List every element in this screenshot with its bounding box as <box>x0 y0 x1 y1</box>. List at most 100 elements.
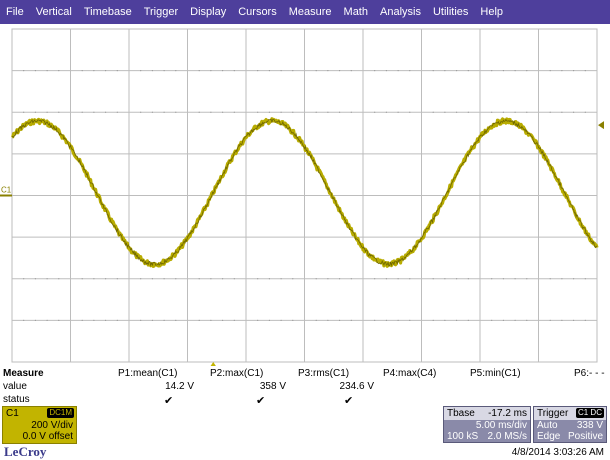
grid-minor-dot <box>444 319 446 321</box>
grid-minor-dot <box>58 319 60 321</box>
menu-item-vertical[interactable]: Vertical <box>36 6 72 18</box>
measure-param-name[interactable]: P4:max(C4) <box>383 368 436 379</box>
grid-minor-dot <box>233 111 235 113</box>
grid-minor-dot <box>116 319 118 321</box>
grid-minor-dot <box>280 278 282 280</box>
grid-minor-dot <box>163 70 165 72</box>
grid-minor-dot <box>46 319 48 321</box>
grid-minor-dot <box>116 278 118 280</box>
grid-minor-dot <box>327 278 329 280</box>
grid-minor-dot <box>198 278 200 280</box>
grid-minor-dot <box>584 278 586 280</box>
grid-minor-dot <box>34 278 37 280</box>
grid-minor-dot <box>46 70 48 72</box>
measure-param-name[interactable]: P1:mean(C1) <box>118 368 177 379</box>
grid-minor-dot <box>374 70 376 72</box>
grid-minor-dot <box>549 319 551 321</box>
grid-minor-dot <box>151 319 153 321</box>
menu-item-display[interactable]: Display <box>190 6 226 18</box>
grid-minor-dot <box>116 70 118 72</box>
grid-minor-dot <box>210 319 212 321</box>
grid-minor-dot <box>140 278 142 280</box>
grid-minor-dot <box>444 278 446 280</box>
grid-minor-dot <box>280 70 282 72</box>
grid-minor-dot <box>456 111 458 113</box>
grid-minor-dot <box>175 111 177 113</box>
measure-status-check-icon: ✔ <box>344 395 354 407</box>
menu-item-measure[interactable]: Measure <box>289 6 332 18</box>
measure-param-name[interactable]: P3:rms(C1) <box>298 368 349 379</box>
grid-minor-dot <box>233 319 235 321</box>
menu-item-trigger[interactable]: Trigger <box>144 6 178 18</box>
measure-param-name[interactable]: P2:max(C1) <box>210 368 263 379</box>
grid-minor-dot <box>456 70 458 72</box>
grid-minor-dot <box>385 111 387 113</box>
grid-minor-dot <box>315 278 317 280</box>
grid-minor-dot <box>198 319 200 321</box>
channel-offset: 0.0 V offset <box>22 431 73 442</box>
measure-param-name[interactable]: P6:- - - <box>574 368 605 379</box>
grid-minor-dot <box>561 111 563 113</box>
grid-minor-dot <box>58 278 60 280</box>
waveform-display[interactable]: C1 <box>0 24 610 366</box>
grid-minor-dot <box>58 111 60 113</box>
grid-minor-dot <box>491 319 493 321</box>
grid-minor-dot <box>105 70 107 72</box>
grid-minor-dot <box>268 278 270 280</box>
measure-value-row: value 14.2 V 358 V 234.6 V <box>0 381 610 394</box>
grid-minor-dot <box>175 319 177 321</box>
grid-minor-dot <box>397 70 399 72</box>
grid-minor-dot <box>339 111 341 113</box>
grid-minor-dot <box>81 111 83 113</box>
grid-minor-dot <box>350 278 352 280</box>
grid-minor-dot <box>385 278 387 280</box>
menu-item-math[interactable]: Math <box>344 6 368 18</box>
grid-minor-dot <box>315 111 317 113</box>
grid-minor-dot <box>163 319 165 321</box>
grid-minor-dot <box>549 278 551 280</box>
lecroy-logo: LeCroy <box>4 444 47 459</box>
grid-minor-dot <box>163 278 165 280</box>
menu-item-analysis[interactable]: Analysis <box>380 6 421 18</box>
grid-minor-dot <box>46 111 48 113</box>
channel-label: C1 <box>6 408 19 419</box>
menu-item-help[interactable]: Help <box>480 6 503 18</box>
measure-header-row: Measure P1:mean(C1) P2:max(C1) P3:rms(C1) P… <box>0 368 610 381</box>
grid-minor-dot <box>432 319 434 321</box>
measure-param-name[interactable]: P5:min(C1) <box>470 368 521 379</box>
grid-minor-dot <box>292 111 294 113</box>
menu-item-cursors[interactable]: Cursors <box>238 6 277 18</box>
timestamp: 4/8/2014 3:03:26 AM <box>511 447 604 458</box>
grid-minor-dot <box>374 111 376 113</box>
grid-minor-dot <box>339 70 341 72</box>
menu-item-file[interactable]: File <box>6 6 24 18</box>
trigger-descriptor[interactable]: Trigger C1 DC Auto 338 V Edge Positive <box>533 406 607 443</box>
grid-minor-dot <box>292 278 294 280</box>
grid-minor-dot <box>268 111 270 113</box>
measure-value-label: value <box>3 381 27 392</box>
grid-minor-dot <box>315 319 317 321</box>
grid-minor-dot <box>467 111 469 113</box>
channel-1-descriptor[interactable]: C1 DC1M 200 V/div 0.0 V offset <box>2 406 77 444</box>
timebase-descriptor[interactable]: Tbase -17.2 ms 5.00 ms/div 100 kS 2.0 MS… <box>443 406 531 443</box>
coupling-badge: DC1M <box>47 408 74 418</box>
measure-status-check-icon: ✔ <box>256 395 266 407</box>
grid-minor-dot <box>257 70 259 72</box>
trigger-position-marker-icon[interactable] <box>209 362 217 366</box>
grid-minor-dot <box>175 278 177 280</box>
grid-minor-dot <box>327 319 329 321</box>
trigger-level-marker-icon[interactable] <box>598 121 604 130</box>
grid-minor-dot <box>491 111 493 113</box>
grid-minor-dot <box>467 70 469 72</box>
grid-minor-dot <box>514 278 516 280</box>
grid-minor-dot <box>93 319 95 321</box>
grid-minor-dot <box>584 319 586 321</box>
grid-minor-dot <box>140 319 142 321</box>
menu-item-timebase[interactable]: Timebase <box>84 6 132 18</box>
grid-minor-dot <box>151 111 153 113</box>
grid-minor-dot <box>467 278 469 280</box>
grid-minor-dot <box>210 70 212 72</box>
menu-item-utilities[interactable]: Utilities <box>433 6 468 18</box>
timebase-title: Tbase <box>447 408 475 419</box>
grid-minor-dot <box>81 278 83 280</box>
